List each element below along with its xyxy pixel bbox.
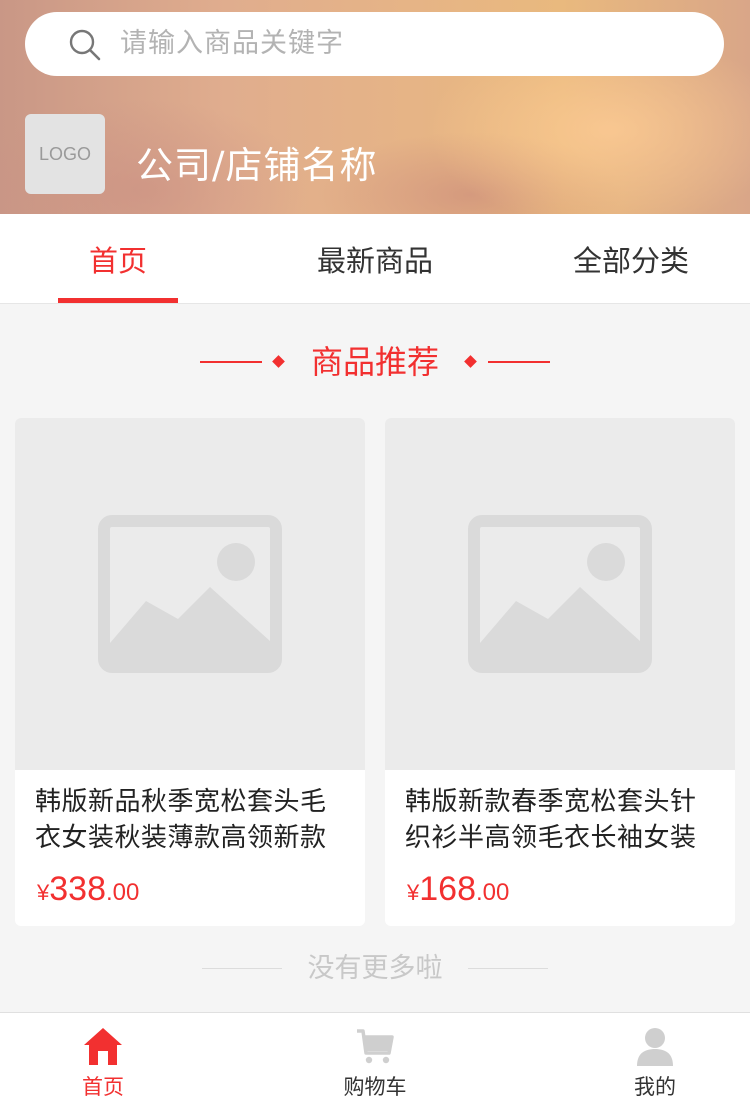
divider (468, 968, 548, 969)
shop-logo: LOGO (25, 114, 105, 194)
tab-latest-products[interactable]: 最新商品 (295, 214, 455, 304)
product-title[interactable]: 韩版新品秋季宽松套头毛衣女装秋装薄款高领新款 (35, 784, 351, 856)
price-decimal: .00 (105, 879, 140, 906)
product-title[interactable]: 韩版新款春季宽松套头针织衫半高领毛衣长袖女装 (405, 784, 721, 856)
product-price: ¥338.00 (37, 870, 139, 920)
section-title: 商品推荐 (310, 343, 439, 381)
shop-header: 请输入商品关键字 LOGO 公司/店铺名称 (0, 0, 750, 214)
price-integer: 338 (49, 870, 106, 908)
currency-symbol: ¥ (407, 880, 420, 905)
product-card[interactable]: 韩版新品秋季宽松套头毛衣女装秋装薄款高领新款 ¥338.00 (15, 418, 365, 926)
cart-icon (357, 1029, 394, 1064)
end-of-list: 没有更多啦 (0, 944, 750, 994)
search-bar[interactable]: 请输入商品关键字 (25, 12, 724, 76)
section-divider-right (488, 361, 550, 363)
product-card[interactable]: 韩版新款春季宽松套头针织衫半高领毛衣长袖女装 ¥168.00 (385, 418, 735, 926)
nav-home[interactable]: 首页 (28, 1013, 178, 1110)
nav-cart[interactable]: 购物车 (300, 1013, 450, 1110)
tab-all-categories[interactable]: 全部分类 (551, 214, 711, 304)
product-price: ¥168.00 (407, 870, 509, 920)
image-placeholder-icon (98, 515, 282, 673)
currency-symbol: ¥ (37, 880, 50, 905)
divider (202, 968, 282, 969)
product-image[interactable] (385, 418, 735, 770)
section-header: 商品推荐 (0, 330, 750, 394)
search-icon (69, 29, 101, 61)
price-decimal: .00 (475, 879, 510, 906)
tab-bar: 首页 最新商品 全部分类 (0, 214, 750, 304)
product-image[interactable] (15, 418, 365, 770)
user-icon (637, 1028, 673, 1066)
nav-label: 首页 (82, 1075, 124, 1099)
nav-label: 我的 (634, 1075, 676, 1099)
tab-active-indicator (58, 298, 178, 303)
section-divider-left (200, 361, 262, 363)
bottom-nav: 首页 购物车 我的 (0, 1012, 750, 1110)
shop-name: 公司/店铺名称 (136, 144, 378, 187)
no-more-label: 没有更多啦 (307, 953, 443, 984)
image-placeholder-icon (468, 515, 652, 673)
search-input[interactable]: 请输入商品关键字 (120, 12, 344, 76)
nav-profile[interactable]: 我的 (580, 1013, 730, 1110)
tab-home[interactable]: 首页 (38, 214, 198, 304)
home-icon (84, 1028, 122, 1065)
price-integer: 168 (419, 870, 476, 908)
nav-label: 购物车 (343, 1075, 407, 1099)
